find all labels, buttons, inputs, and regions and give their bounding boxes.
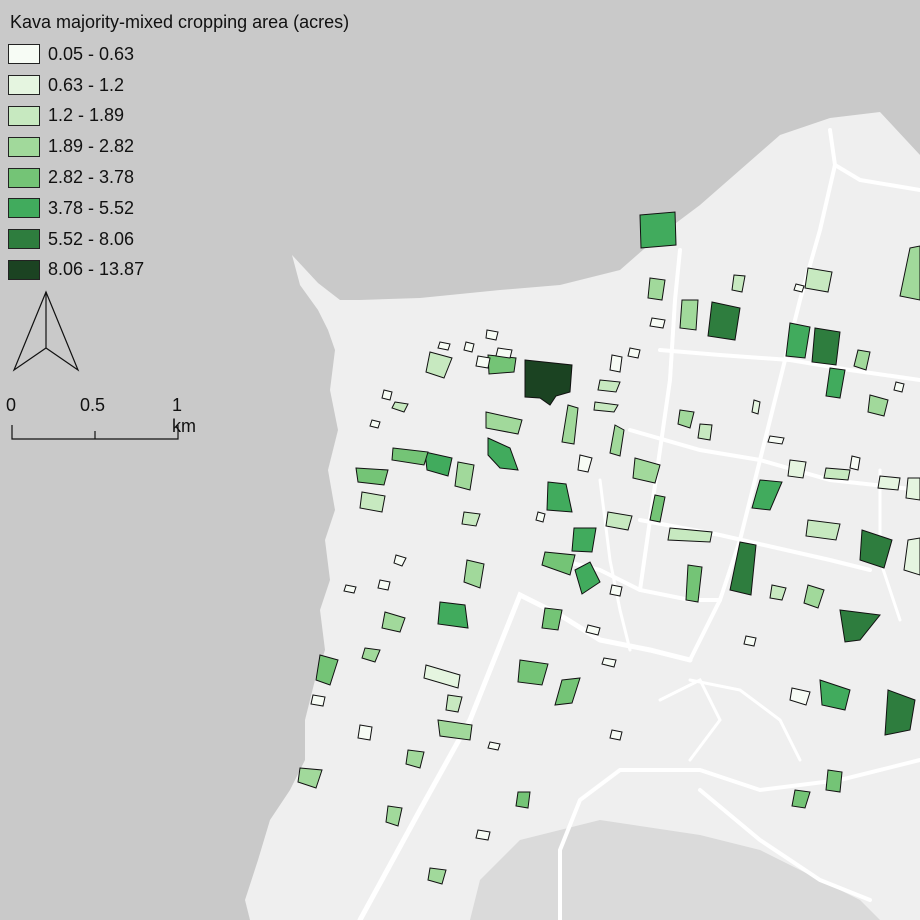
- scale-bar-line: [11, 425, 179, 440]
- legend-item: 1.2 - 1.89: [8, 101, 349, 132]
- parcel: [359, 491, 386, 513]
- parcel: [743, 635, 757, 647]
- parcel: [495, 347, 513, 359]
- legend-label: 1.2 - 1.89: [48, 105, 125, 126]
- legend-swatch: [8, 105, 40, 126]
- parcel: [609, 729, 623, 741]
- parcel: [767, 435, 785, 445]
- parcel: [535, 511, 546, 523]
- scale-bar: 0 0.5 1 km: [0, 395, 200, 445]
- legend-label: 2.82 - 3.78: [48, 167, 135, 188]
- parcel: [893, 381, 905, 393]
- legend-item: 3.78 - 5.52: [8, 193, 349, 224]
- parcel: [793, 283, 805, 293]
- legend-swatch: [8, 198, 40, 219]
- legend-title: Kava majority-mixed cropping area (acres…: [10, 12, 350, 32]
- parcel: [463, 341, 475, 353]
- legend-label: 3.78 - 5.52: [48, 197, 135, 218]
- legend-swatch: [8, 75, 40, 96]
- parcel: [823, 467, 851, 481]
- legend-swatch: [8, 259, 40, 280]
- legend-swatch: [8, 167, 40, 188]
- parcel: [381, 389, 393, 401]
- legend-label: 0.63 - 1.2: [48, 74, 125, 95]
- legend-item: 2.82 - 3.78: [8, 162, 349, 193]
- parcel: [355, 467, 389, 486]
- parcel: [751, 399, 761, 415]
- parcel: [905, 477, 920, 501]
- parcel: [787, 459, 807, 479]
- legend-swatch: [8, 229, 40, 250]
- legend-label: 8.06 - 13.87: [48, 259, 145, 280]
- parcel: [825, 769, 843, 793]
- parcel: [369, 419, 381, 429]
- legend-item: 0.63 - 1.2: [8, 70, 349, 101]
- north-arrow-icon: [12, 290, 80, 372]
- parcel: [697, 423, 713, 441]
- parcel: [649, 317, 666, 329]
- legend-item: 0.05 - 0.63: [8, 39, 349, 70]
- scale-label-0: 0: [6, 395, 17, 415]
- parcel: [310, 694, 326, 707]
- parcel: [627, 347, 641, 359]
- legend-item: 1.89 - 2.82: [8, 131, 349, 162]
- parcel: [377, 579, 391, 591]
- parcel: [437, 341, 451, 351]
- map-legend: Kava majority-mixed cropping area (acres…: [8, 12, 349, 285]
- parcel: [639, 211, 677, 249]
- parcel: [357, 724, 373, 741]
- parcel: [679, 299, 699, 331]
- parcel: [597, 379, 621, 393]
- parcel: [609, 354, 623, 373]
- scale-label-half: 0.5: [80, 395, 106, 415]
- parcel: [485, 329, 499, 341]
- parcel: [849, 455, 861, 471]
- parcel: [437, 601, 469, 629]
- legend-label: 0.05 - 0.63: [48, 43, 135, 64]
- parcel: [517, 659, 549, 686]
- parcel: [811, 327, 841, 366]
- legend-item: 8.06 - 13.87: [8, 255, 349, 286]
- parcel: [805, 519, 841, 541]
- parcel: [515, 791, 531, 809]
- parcel: [454, 461, 475, 491]
- legend-label: 5.52 - 8.06: [48, 228, 135, 249]
- parcel: [541, 607, 563, 631]
- legend-swatch: [8, 44, 40, 65]
- parcel: [707, 301, 741, 341]
- parcel: [571, 527, 597, 553]
- parcel: [877, 475, 901, 491]
- parcel: [475, 829, 491, 841]
- parcel: [487, 354, 517, 375]
- parcel: [804, 267, 833, 293]
- legend-item: 5.52 - 8.06: [8, 224, 349, 255]
- parcel: [487, 741, 501, 751]
- legend-swatch: [8, 136, 40, 157]
- legend-label: 1.89 - 2.82: [48, 136, 135, 157]
- parcel: [343, 584, 357, 594]
- parcel: [609, 584, 623, 597]
- parcel: [647, 277, 666, 301]
- parcel: [475, 355, 491, 369]
